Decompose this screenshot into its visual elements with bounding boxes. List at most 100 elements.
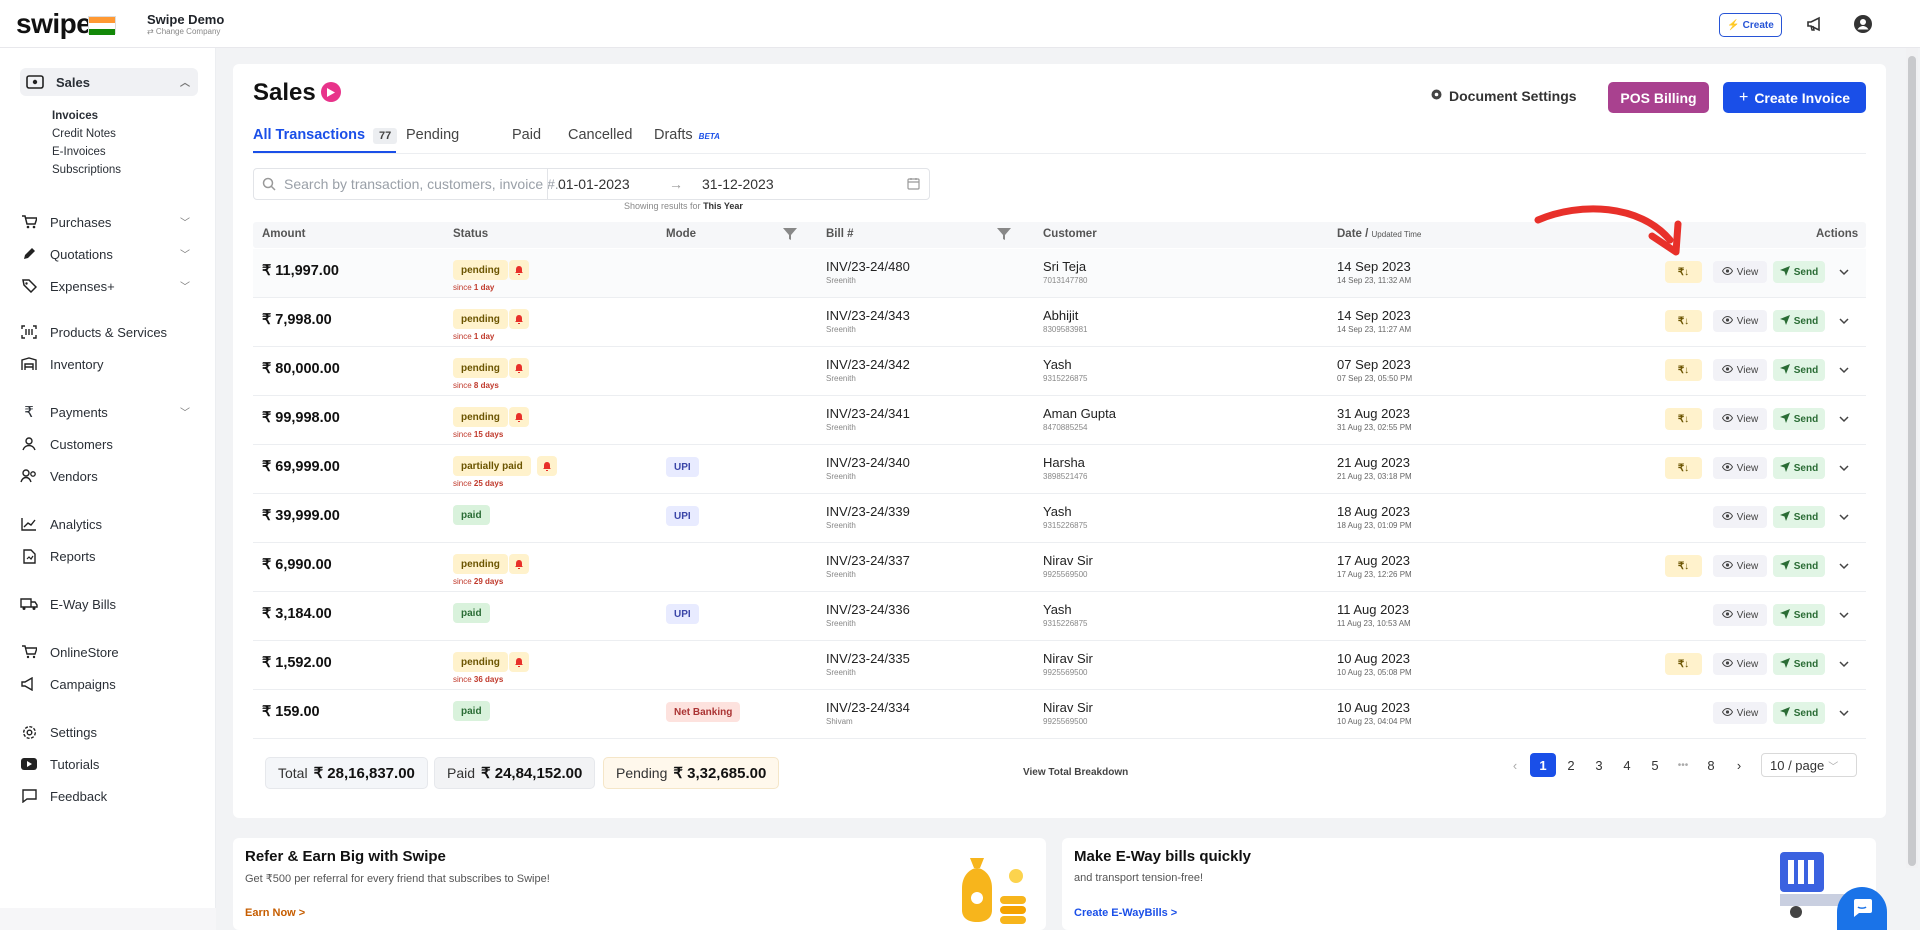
send-button[interactable]: Send <box>1773 310 1825 332</box>
table-row[interactable]: ₹ 7,998.00 pending since 1 day INV/23-24/34… <box>253 298 1866 347</box>
vertical-scrollbar[interactable] <box>1906 48 1918 868</box>
tab-drafts[interactable]: Drafts BETA <box>654 127 720 143</box>
filter-icon[interactable] <box>997 227 1011 241</box>
bill-number[interactable]: INV/23-24/336 <box>826 602 910 617</box>
table-row[interactable]: ₹ 6,990.00 pending since 29 days INV/23-24/… <box>253 543 1866 592</box>
company-name[interactable]: Swipe Demo <box>147 12 224 27</box>
sidebar-item-tutorials[interactable]: Tutorials <box>20 750 198 778</box>
reminder-bell-icon[interactable] <box>509 309 529 329</box>
sidebar-item-customers[interactable]: Customers <box>20 430 198 458</box>
chevron-down-icon[interactable] <box>1838 608 1852 622</box>
send-button[interactable]: Send <box>1773 408 1825 430</box>
bill-number[interactable]: INV/23-24/480 <box>826 259 910 274</box>
tab-paid[interactable]: Paid <box>512 127 541 143</box>
change-company-link[interactable]: ⇄ Change Company <box>147 27 220 36</box>
record-payment-button[interactable]: ₹↓ <box>1665 653 1702 675</box>
chevron-down-icon[interactable] <box>1838 706 1852 720</box>
chevron-down-icon[interactable] <box>1838 510 1852 524</box>
sidebar-item-payments[interactable]: ₹ Payments ﹀ <box>20 398 198 426</box>
customer-name[interactable]: Nirav Sir <box>1043 651 1093 666</box>
record-payment-button[interactable]: ₹↓ <box>1665 310 1702 332</box>
customer-name[interactable]: Yash <box>1043 602 1072 617</box>
sidebar-item-expenses[interactable]: Expenses+ ﹀ <box>20 272 198 300</box>
sidebar-sub-credit-notes[interactable]: Credit Notes <box>52 128 116 140</box>
reminder-bell-icon[interactable] <box>509 652 529 672</box>
view-button[interactable]: View <box>1713 457 1767 479</box>
view-button[interactable]: View <box>1713 702 1767 724</box>
view-button[interactable]: View <box>1713 359 1767 381</box>
search-input[interactable] <box>284 176 604 192</box>
record-payment-button[interactable]: ₹↓ <box>1665 408 1702 430</box>
view-button[interactable]: View <box>1713 555 1767 577</box>
sidebar-item-campaigns[interactable]: Campaigns <box>20 670 198 698</box>
table-row[interactable]: ₹ 3,184.00 paid UPI INV/23-24/336 Sreenith Ya… <box>253 592 1866 641</box>
sidebar-sub-subscriptions[interactable]: Subscriptions <box>52 164 121 176</box>
record-payment-button[interactable]: ₹↓ <box>1665 359 1702 381</box>
customer-name[interactable]: Yash <box>1043 504 1072 519</box>
sidebar-item-vendors[interactable]: Vendors <box>20 462 198 490</box>
customer-name[interactable]: Harsha <box>1043 455 1085 470</box>
tab-cancelled[interactable]: Cancelled <box>568 127 633 143</box>
send-button[interactable]: Send <box>1773 555 1825 577</box>
table-row[interactable]: ₹ 69,999.00 partially paid since 25 days UP… <box>253 445 1866 494</box>
header-amount[interactable]: Amount <box>262 228 305 240</box>
page-8[interactable]: 8 <box>1698 753 1724 777</box>
chevron-down-icon[interactable] <box>1838 657 1852 671</box>
pos-billing-button[interactable]: POS Billing <box>1608 82 1709 113</box>
table-row[interactable]: ₹ 39,999.00 paid UPI INV/23-24/339 Sreenith Y… <box>253 494 1866 543</box>
create-eway-bills-link[interactable]: Create E-WayBills > <box>1074 907 1177 919</box>
send-button[interactable]: Send <box>1773 359 1825 381</box>
play-tutorial-icon[interactable] <box>321 82 341 102</box>
bill-number[interactable]: INV/23-24/335 <box>826 651 910 666</box>
send-button[interactable]: Send <box>1773 261 1825 283</box>
prev-page-icon[interactable]: ‹ <box>1502 753 1528 777</box>
sidebar-item-quotations[interactable]: Quotations ﹀ <box>20 240 198 268</box>
sidebar-item-e-way-bills[interactable]: E-Way Bills <box>20 590 198 618</box>
megaphone-icon[interactable] <box>1805 14 1825 34</box>
table-row[interactable]: ₹ 80,000.00 pending since 8 days INV/23-24/… <box>253 347 1866 396</box>
bill-number[interactable]: INV/23-24/342 <box>826 357 910 372</box>
page-1[interactable]: 1 <box>1530 753 1556 777</box>
page-5[interactable]: 5 <box>1642 753 1668 777</box>
sidebar-item-settings[interactable]: Settings <box>20 718 198 746</box>
chevron-down-icon[interactable] <box>1838 363 1852 377</box>
send-button[interactable]: Send <box>1773 653 1825 675</box>
tab-pending[interactable]: Pending <box>406 127 459 143</box>
top-create-button[interactable]: ⚡ Create <box>1719 13 1782 37</box>
bill-number[interactable]: INV/23-24/339 <box>826 504 910 519</box>
header-date[interactable]: Date / Updated Time <box>1337 228 1421 240</box>
sidebar-item-online-store[interactable]: OnlineStore <box>20 638 198 666</box>
page-size-select[interactable]: 10 / page ﹀ <box>1761 753 1857 777</box>
document-settings-button[interactable]: Document Settings <box>1430 88 1577 104</box>
bill-number[interactable]: INV/23-24/340 <box>826 455 910 470</box>
sidebar-item-analytics[interactable]: Analytics <box>20 510 198 538</box>
bill-number[interactable]: INV/23-24/337 <box>826 553 910 568</box>
view-button[interactable]: View <box>1713 506 1767 528</box>
chevron-down-icon[interactable] <box>1838 412 1852 426</box>
table-row[interactable]: ₹ 1,592.00 pending since 36 days INV/23-24/… <box>253 641 1866 690</box>
customer-name[interactable]: Sri Teja <box>1043 259 1086 274</box>
chevron-down-icon[interactable] <box>1838 265 1852 279</box>
reminder-bell-icon[interactable] <box>509 260 529 280</box>
sidebar-item-inventory[interactable]: Inventory <box>20 350 198 378</box>
chevron-down-icon[interactable] <box>1838 314 1852 328</box>
table-row[interactable]: ₹ 159.00 paid Net Banking INV/23-24/334 Shiv… <box>253 690 1866 739</box>
next-page-icon[interactable]: › <box>1726 753 1752 777</box>
customer-name[interactable]: Aman Gupta <box>1043 406 1116 421</box>
sidebar-item-purchases[interactable]: Purchases ﹀ <box>20 208 198 236</box>
sidebar-sub-e-invoices[interactable]: E-Invoices <box>52 146 106 158</box>
tab-all-transactions[interactable]: All Transactions 77 <box>253 127 398 144</box>
send-button[interactable]: Send <box>1773 506 1825 528</box>
bill-number[interactable]: INV/23-24/334 <box>826 700 910 715</box>
chevron-down-icon[interactable] <box>1838 461 1852 475</box>
sidebar-item-sales[interactable]: Sales ︿ <box>20 68 198 96</box>
calendar-icon[interactable] <box>907 177 920 195</box>
send-button[interactable]: Send <box>1773 604 1825 626</box>
view-total-breakdown-link[interactable]: View Total Breakdown <box>1023 767 1128 778</box>
reminder-bell-icon[interactable] <box>509 358 529 378</box>
customer-name[interactable]: Yash <box>1043 357 1072 372</box>
sidebar-item-products-services[interactable]: Products & Services <box>20 318 198 346</box>
send-button[interactable]: Send <box>1773 457 1825 479</box>
swipe-logo[interactable]: swipe <box>16 8 92 40</box>
reminder-bell-icon[interactable] <box>537 456 557 476</box>
